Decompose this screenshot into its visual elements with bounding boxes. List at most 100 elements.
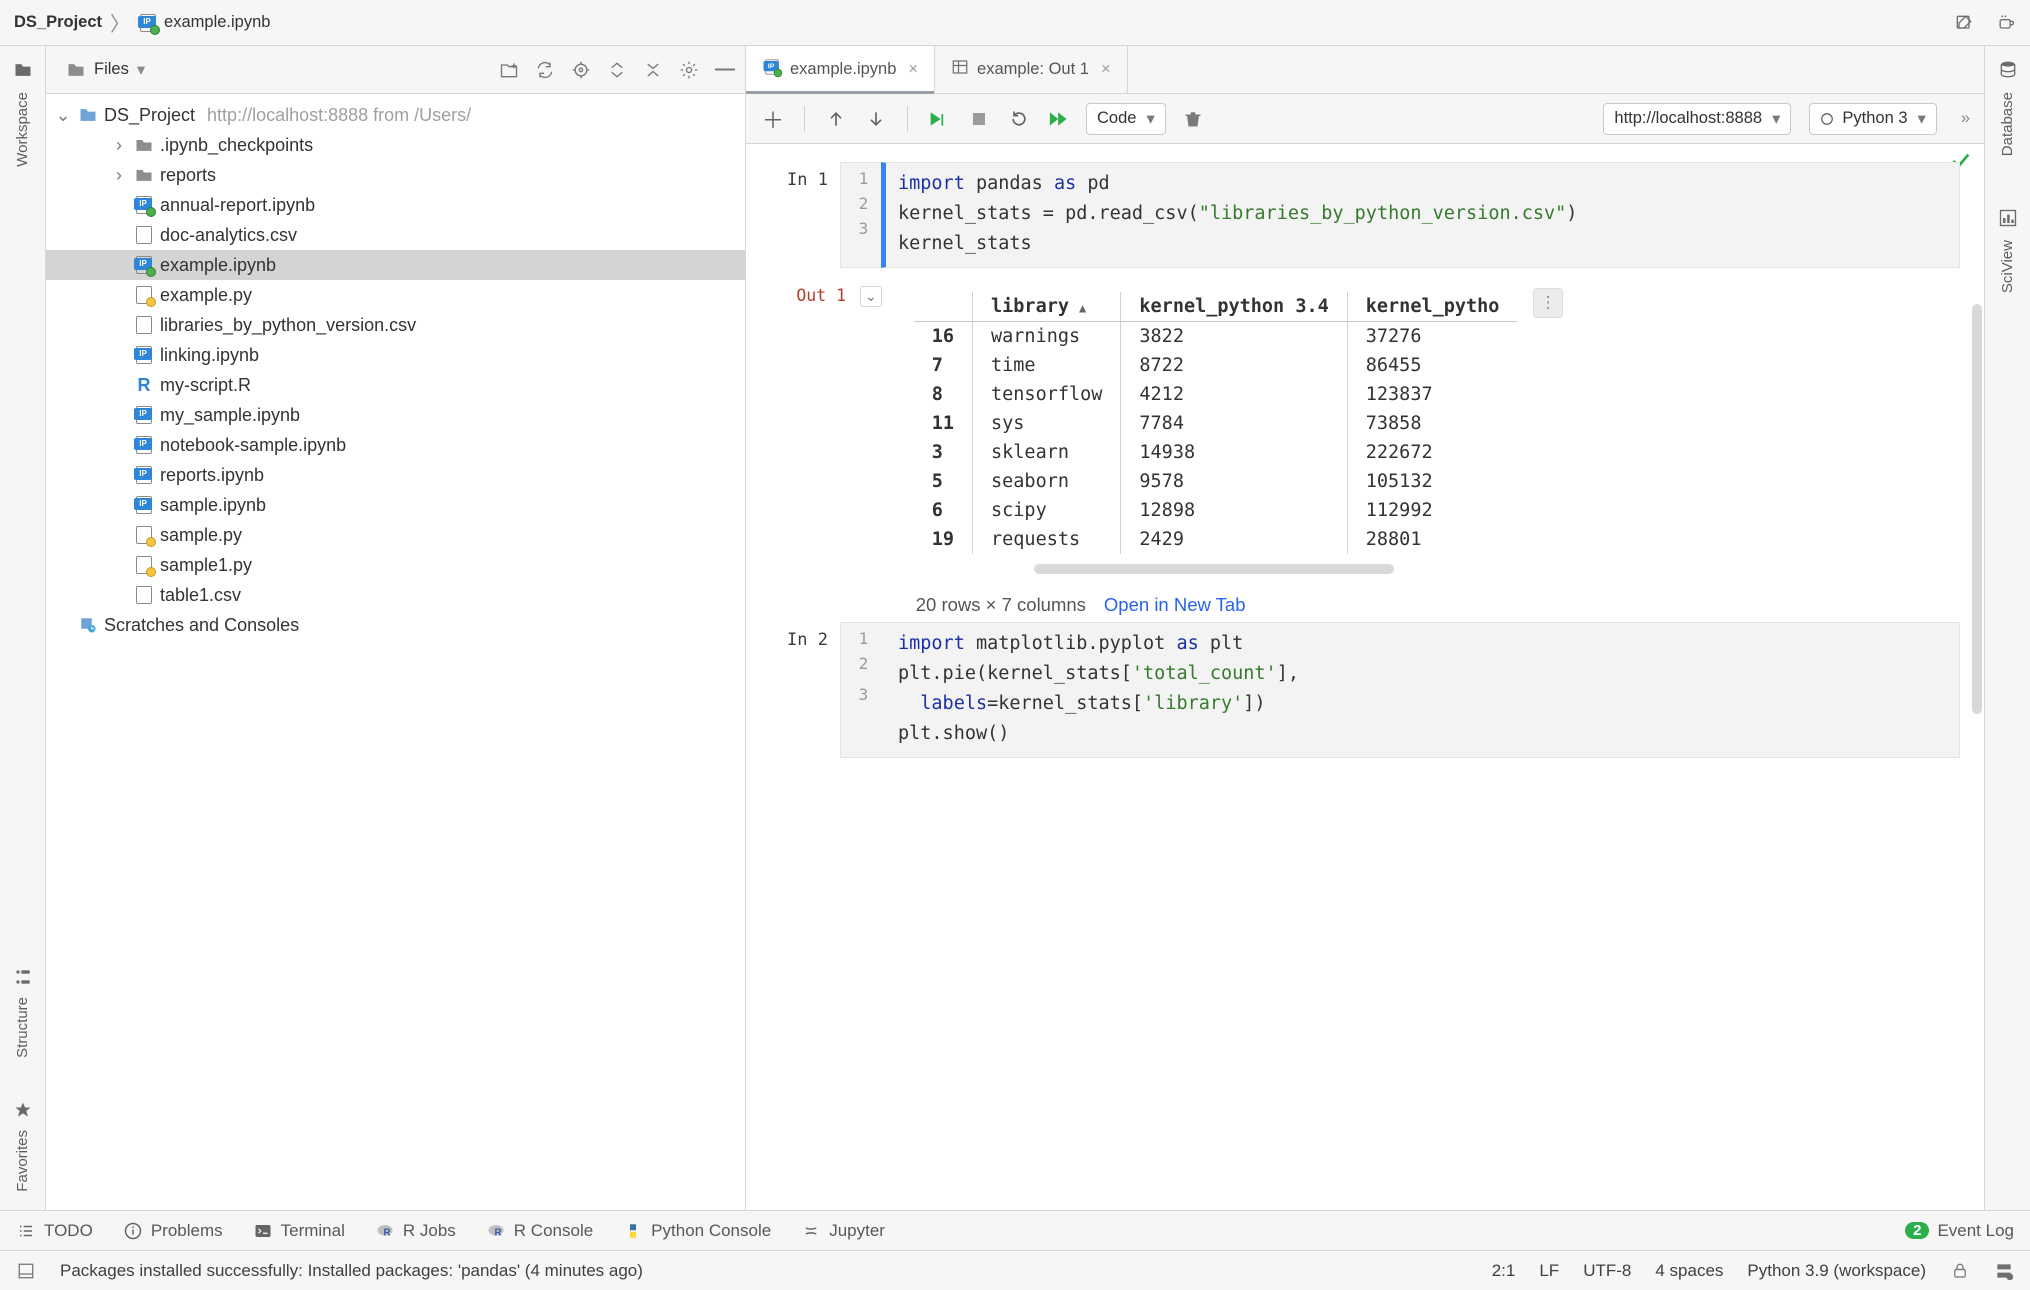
editor-tab[interactable]: example: Out 1×: [935, 46, 1128, 93]
move-down-button[interactable]: [863, 106, 889, 132]
table-row[interactable]: 16warnings382237276: [914, 322, 1518, 352]
editor-scrollbar[interactable]: [1972, 304, 1982, 714]
sync-icon[interactable]: [535, 60, 555, 80]
tree-folder[interactable]: ›reports: [46, 160, 745, 190]
gutter-sciview[interactable]: SciView: [1998, 208, 2018, 293]
tool-window-r-jobs[interactable]: RR Jobs: [375, 1221, 456, 1241]
tool-window-terminal[interactable]: Terminal: [253, 1221, 345, 1241]
py-icon: [623, 1221, 643, 1241]
hide-panel-icon[interactable]: —: [715, 60, 735, 80]
tree-root[interactable]: ⌄ DS_Project http://localhost:8888 from …: [46, 100, 745, 130]
tree-file[interactable]: example.py: [46, 280, 745, 310]
chevron-down-icon[interactable]: ⌄: [54, 105, 72, 126]
edit-scratch-icon[interactable]: [1954, 13, 1974, 33]
dataframe-table[interactable]: library▲kernel_python 3.4kernel_pytho16w…: [914, 292, 1518, 554]
interpreter[interactable]: Python 3.9 (workspace): [1747, 1261, 1926, 1281]
table-header[interactable]: kernel_python 3.4: [1121, 292, 1347, 322]
table-cell: 9578: [1121, 467, 1347, 496]
table-row[interactable]: 6scipy12898112992: [914, 496, 1518, 525]
tool-window-problems[interactable]: Problems: [123, 1221, 223, 1241]
breadcrumb[interactable]: DS_Project 〉 IP example.ipynb: [14, 8, 270, 37]
breadcrumb-file[interactable]: example.ipynb: [164, 13, 270, 32]
chevron-right-icon[interactable]: ›: [110, 135, 128, 156]
run-all-button[interactable]: [1046, 106, 1072, 132]
tree-file[interactable]: IPlinking.ipynb: [46, 340, 745, 370]
table-row[interactable]: 3sklearn14938222672: [914, 438, 1518, 467]
tree-file[interactable]: Rmy-script.R: [46, 370, 745, 400]
tool-windows-icon[interactable]: [16, 1261, 36, 1281]
table-cell: 19: [914, 525, 973, 554]
output-menu-icon[interactable]: ⋮: [1533, 288, 1564, 318]
tree-file[interactable]: sample1.py: [46, 550, 745, 580]
tree-file[interactable]: IPmy_sample.ipynb: [46, 400, 745, 430]
run-cell-button[interactable]: [926, 106, 952, 132]
new-file-icon[interactable]: [499, 60, 519, 80]
code-editor[interactable]: import matplotlib.pyplot as pltplt.pie(k…: [886, 622, 1960, 758]
move-up-button[interactable]: [823, 106, 849, 132]
code-cell[interactable]: In 2 123 import matplotlib.pyplot as plt…: [764, 622, 1960, 758]
ide-settings-icon[interactable]: [1994, 1261, 2014, 1281]
table-row[interactable]: 8tensorflow4212123837: [914, 380, 1518, 409]
table-row[interactable]: 5seaborn9578105132: [914, 467, 1518, 496]
open-new-tab-link[interactable]: Open in New Tab: [1104, 594, 1246, 615]
tree-file[interactable]: sample.py: [46, 520, 745, 550]
kernel-dropdown[interactable]: Python 3▾: [1809, 103, 1936, 135]
toolbar-overflow[interactable]: »: [1961, 109, 1970, 128]
indent-setting[interactable]: 4 spaces: [1655, 1261, 1723, 1281]
add-cell-button[interactable]: ＋: [760, 106, 786, 132]
tree-file[interactable]: IPnotebook-sample.ipynb: [46, 430, 745, 460]
table-row[interactable]: 11sys778473858: [914, 409, 1518, 438]
tree-file[interactable]: libraries_by_python_version.csv: [46, 310, 745, 340]
gutter-structure[interactable]: Structure: [13, 967, 33, 1058]
code-editor[interactable]: import pandas as pdkernel_stats = pd.rea…: [881, 162, 1960, 268]
table-row[interactable]: 7time872286455: [914, 351, 1518, 380]
gutter-workspace[interactable]: Workspace: [13, 60, 33, 167]
editor-tab[interactable]: IPexample.ipynb×: [746, 46, 935, 93]
notebook-body[interactable]: In 1 123 import pandas as pdkernel_stats…: [746, 144, 1984, 1210]
target-icon[interactable]: [571, 60, 591, 80]
lock-icon[interactable]: [1950, 1261, 1970, 1281]
server-dropdown[interactable]: http://localhost:8888▾: [1603, 103, 1791, 135]
table-header[interactable]: kernel_pytho: [1347, 292, 1517, 322]
tool-window-python-console[interactable]: Python Console: [623, 1221, 771, 1241]
tool-window-r-console[interactable]: RR Console: [486, 1221, 593, 1241]
line-separator[interactable]: LF: [1539, 1261, 1559, 1281]
gutter-database[interactable]: Database: [1998, 60, 2018, 156]
file-tree[interactable]: ⌄ DS_Project http://localhost:8888 from …: [46, 94, 745, 1210]
tree-file[interactable]: IPsample.ipynb: [46, 490, 745, 520]
tree-folder[interactable]: ›.ipynb_checkpoints: [46, 130, 745, 160]
code-cell[interactable]: In 1 123 import pandas as pdkernel_stats…: [764, 162, 1960, 268]
files-view-selector[interactable]: Files ▾: [56, 57, 155, 83]
tool-window-jupyter[interactable]: Jupyter: [801, 1221, 885, 1241]
breadcrumb-project[interactable]: DS_Project: [14, 13, 102, 32]
chevron-right-icon[interactable]: ›: [110, 165, 128, 186]
table-header[interactable]: library▲: [973, 292, 1121, 322]
tree-file[interactable]: table1.csv: [46, 580, 745, 610]
tree-file[interactable]: IPexample.ipynb: [46, 250, 745, 280]
gear-icon[interactable]: [679, 60, 699, 80]
tool-window-todo[interactable]: TODO: [16, 1221, 93, 1241]
stop-button[interactable]: [966, 106, 992, 132]
tree-item-label: example.py: [160, 285, 252, 306]
cell-type-dropdown[interactable]: Code▾: [1086, 103, 1166, 135]
file-encoding[interactable]: UTF-8: [1583, 1261, 1631, 1281]
restart-button[interactable]: [1006, 106, 1032, 132]
scratches-node[interactable]: Scratches and Consoles: [46, 610, 745, 640]
expand-all-icon[interactable]: [607, 60, 627, 80]
jup-icon: [801, 1221, 821, 1241]
tree-file[interactable]: IPreports.ipynb: [46, 460, 745, 490]
horizontal-scrollbar[interactable]: [1034, 564, 1394, 574]
caret-position[interactable]: 2:1: [1492, 1261, 1516, 1281]
table-row[interactable]: 19requests242928801: [914, 525, 1518, 554]
tree-file[interactable]: IPannual-report.ipynb: [46, 190, 745, 220]
gutter-favorites[interactable]: Favorites: [13, 1100, 33, 1192]
close-icon[interactable]: ×: [1101, 60, 1111, 79]
table-header[interactable]: [914, 292, 973, 322]
delete-cell-button[interactable]: [1180, 106, 1206, 132]
collapse-all-icon[interactable]: [643, 60, 663, 80]
coffee-icon[interactable]: [1996, 13, 2016, 33]
tree-file[interactable]: doc-analytics.csv: [46, 220, 745, 250]
event-log-button[interactable]: 2 Event Log: [1905, 1221, 2014, 1241]
close-icon[interactable]: ×: [908, 60, 918, 79]
collapse-output-icon[interactable]: ⌄: [860, 286, 882, 307]
